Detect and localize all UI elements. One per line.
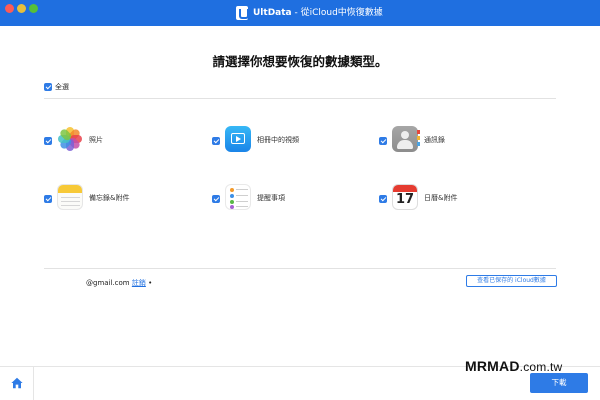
- title-bar: UltData - 從iCloud中恢復數據: [0, 0, 600, 26]
- contacts-label: 通訊錄: [424, 136, 445, 144]
- account-info: @gmail.com 註銷 •: [86, 278, 152, 288]
- window-subtitle: - 從iCloud中恢復數據: [291, 8, 383, 18]
- calendar-icon: 17: [392, 184, 418, 210]
- divider: [44, 268, 556, 269]
- account-email: @gmail.com: [86, 279, 130, 287]
- home-icon: [11, 377, 23, 389]
- ultdata-logo-icon: [236, 6, 249, 20]
- album-videos-label: 相冊中的視頻: [257, 136, 299, 144]
- photos-icon: [57, 126, 83, 152]
- close-window-button[interactable]: [5, 4, 14, 13]
- app-name: UltData: [253, 8, 292, 18]
- select-all-checkbox[interactable]: [44, 83, 52, 91]
- notes-label: 備忘錄&附件: [89, 194, 130, 202]
- view-saved-icloud-data-button[interactable]: 查看已保存的 iCloud數據: [466, 275, 557, 287]
- album-video-icon: [225, 126, 251, 152]
- notes-icon: [57, 184, 83, 210]
- watermark-domain: .com.tw: [519, 360, 563, 374]
- window-title: UltData - 從iCloud中恢復數據: [253, 6, 383, 20]
- calendar-label: 日曆&附件: [424, 194, 458, 202]
- reminders-checkbox[interactable]: [212, 195, 220, 203]
- select-all-label: 全選: [55, 83, 69, 91]
- photos-label: 照片: [89, 136, 103, 144]
- notes-checkbox[interactable]: [44, 195, 52, 203]
- minimize-window-button[interactable]: [17, 4, 26, 13]
- calendar-day-number: 17: [395, 192, 415, 207]
- home-button[interactable]: [0, 367, 34, 400]
- download-button[interactable]: 下載: [530, 373, 588, 393]
- reminders-label: 提醒事項: [257, 194, 285, 202]
- contacts-checkbox[interactable]: [379, 137, 387, 145]
- page-heading: 請選擇你想要恢復的數據類型。: [212, 54, 388, 69]
- photos-checkbox[interactable]: [44, 137, 52, 145]
- calendar-checkbox[interactable]: [379, 195, 387, 203]
- reminders-icon: [225, 184, 251, 210]
- watermark: MRMAD.com.tw: [465, 358, 562, 374]
- zoom-window-button[interactable]: [29, 4, 38, 13]
- account-trailing-mark: •: [145, 279, 153, 287]
- watermark-brand: MRMAD: [465, 358, 520, 374]
- divider: [44, 98, 556, 99]
- logout-link[interactable]: 註銷: [132, 279, 146, 287]
- album-videos-checkbox[interactable]: [212, 137, 220, 145]
- contacts-icon: [392, 126, 420, 152]
